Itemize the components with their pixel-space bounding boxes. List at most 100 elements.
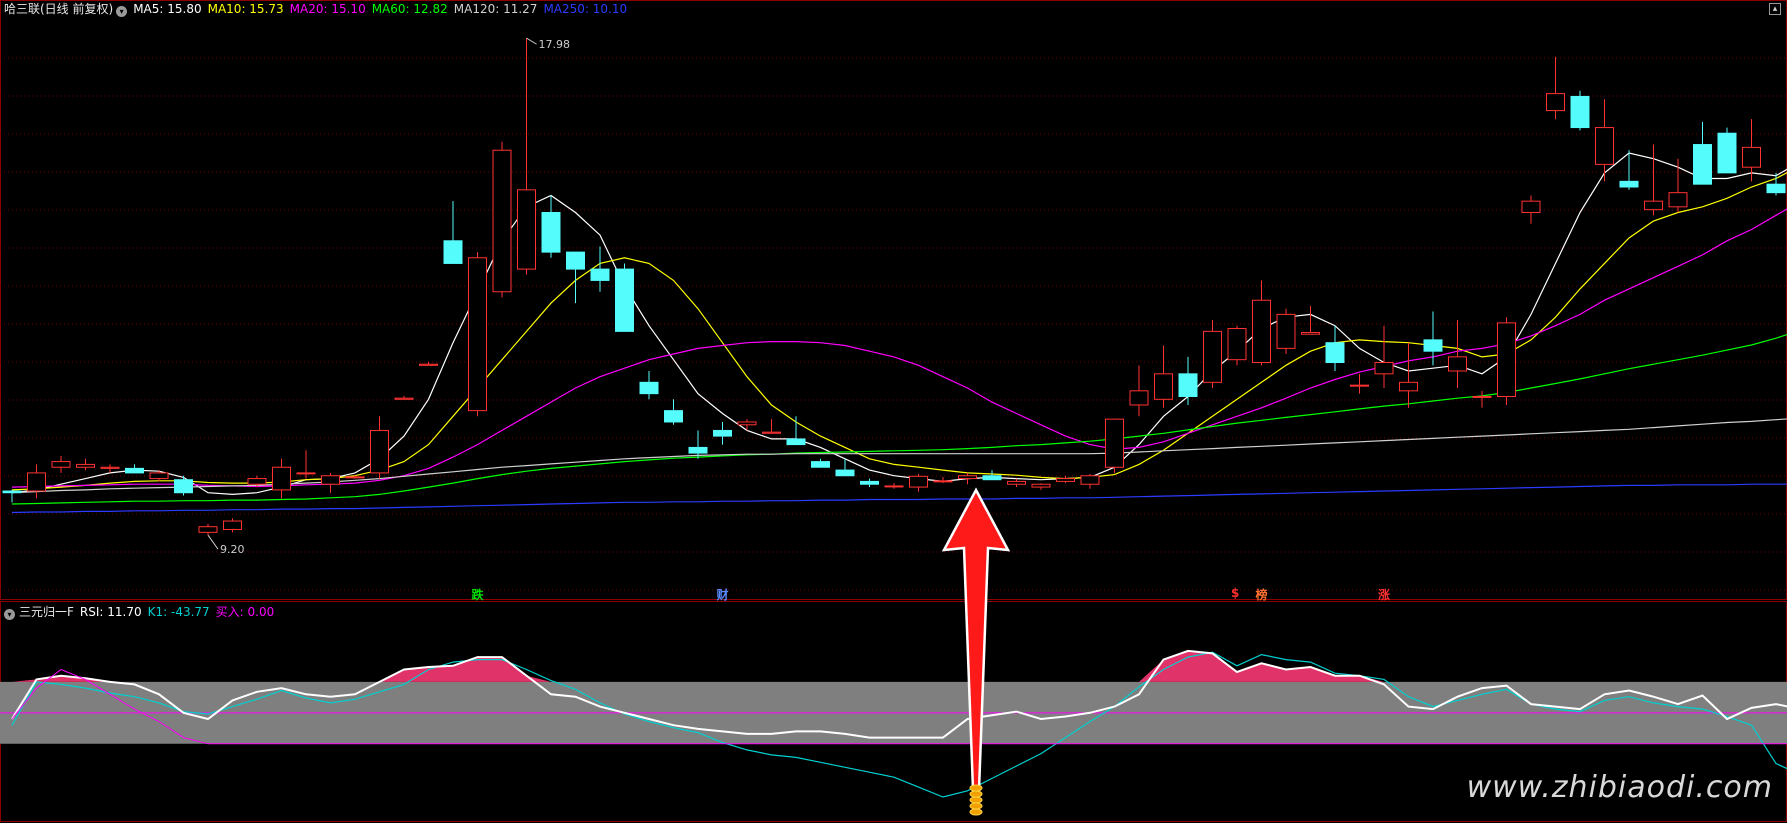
ma-legend-item: MA10: 15.73 [207,2,284,16]
candle-body [884,485,904,488]
candle [1644,144,1663,216]
candle-body [933,480,953,483]
candle-body [1521,200,1541,213]
candle [1521,195,1541,224]
candle [51,455,71,473]
event-marker[interactable]: 财 [717,586,729,603]
candle [1154,345,1173,408]
candle [1619,150,1639,190]
candle-body [1570,95,1590,129]
candle-body [762,431,781,434]
candle [272,458,291,499]
chevron-down-icon[interactable]: ▾ [116,6,128,17]
indicator-legend-item: 买入: 0.00 [215,605,275,619]
candle-body [1227,328,1247,361]
candle-body [1423,339,1443,352]
coin-icon [969,790,983,798]
candle-body [517,189,536,270]
candle [1497,317,1516,405]
candle-body [1203,330,1222,383]
chevron-down-icon[interactable]: ▾ [4,609,15,620]
candle-body [737,421,757,426]
candle-body [1644,200,1663,211]
candle [1766,172,1786,196]
candle [1374,325,1394,388]
candle-body [492,149,512,293]
moving-average-lines [11,152,1787,514]
candle-body [688,446,708,454]
candle [811,458,830,468]
candle-body [1399,381,1418,392]
candle [1129,365,1149,417]
candle [394,395,414,400]
candle-body [468,257,487,412]
candle [1448,320,1467,388]
candle-body [394,397,414,400]
candle-body [1766,183,1786,194]
candle-body [835,469,855,477]
candle [1031,483,1051,490]
stock-title[interactable]: 哈三联(日线 前复权) [4,2,113,16]
candle [76,458,95,471]
candle [1472,390,1492,408]
candle-body [443,240,463,264]
candle-body [1595,127,1614,165]
indicator-name[interactable]: 三元归一F [19,605,74,619]
candle [933,476,953,484]
candle-body [1619,180,1639,188]
candle [1570,90,1590,131]
candle-body [615,268,634,332]
ma-legend-item: MA5: 15.80 [133,2,202,16]
candle-body [2,490,22,494]
candle-body [1007,480,1026,485]
candle-body [664,410,683,423]
candle-body [1129,390,1149,406]
candle [198,523,218,536]
event-marker[interactable]: 跌 [472,586,484,603]
candle-body [1325,342,1345,364]
ma-legend-item: MA250: 10.10 [543,2,628,16]
candle-body [51,461,71,468]
candle [884,483,904,489]
candle-body [713,429,732,437]
candle [1325,325,1345,372]
candle [786,416,806,446]
candle [223,518,242,533]
candle-body [1693,144,1712,185]
candle [1693,121,1712,185]
candle [541,195,561,258]
candle-body [958,475,977,480]
candle-body [639,381,659,395]
candle [1717,127,1737,174]
candle [468,252,487,417]
event-marker[interactable]: 涨 [1378,586,1390,603]
candle-body [1031,483,1051,488]
coin-icon [969,808,983,816]
ma-legend: MA5: 15.80 MA10: 15.73 MA20: 15.10 MA60: 12… [133,2,633,16]
candle-body [1546,93,1565,112]
candle [860,478,879,488]
candle [664,399,683,425]
low-pointer [207,534,219,550]
candle [1252,280,1271,366]
candle-body [247,478,267,485]
watermark: www.zhibiaodi.com [1466,770,1773,805]
ma-line-ma20 [11,208,1787,488]
candle [1350,373,1369,394]
candle [1546,56,1565,120]
candle [2,489,22,503]
candle-body [76,463,95,468]
candle-body [321,475,340,485]
candle-body [1668,192,1688,208]
candle-body [345,476,365,479]
event-marker[interactable]: $ [1231,586,1239,600]
candle [149,470,169,482]
expand-icon[interactable]: ▴ [1769,3,1781,15]
candle [492,141,512,298]
candle [713,421,732,445]
candle [1276,308,1296,355]
event-marker[interactable]: 榜 [1256,586,1268,603]
main-chart-header: 哈三联(日线 前复权) ▾ MA5: 15.80 MA10: 15.73 MA20: 1… [4,1,639,17]
candle [615,263,634,332]
candle-body [370,429,389,474]
